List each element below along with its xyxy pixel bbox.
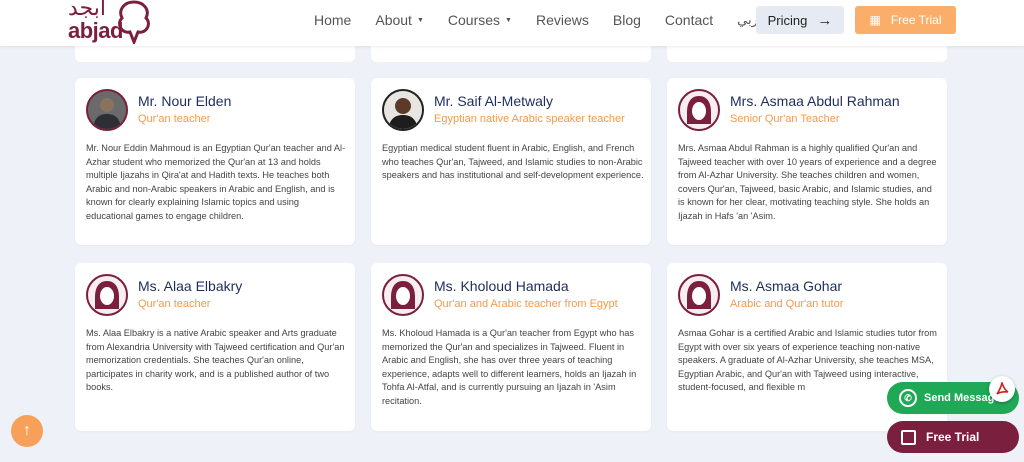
- calendar-icon: [901, 429, 916, 445]
- teacher-bio: Mrs. Asmaa Abdul Rahman is a highly qual…: [678, 143, 937, 221]
- teacher-role: Arabic and Qur'an tutor: [730, 298, 844, 310]
- free-trial-button[interactable]: ▦ Free Trial: [855, 6, 956, 34]
- teacher-name: Ms. Kholoud Hamada: [434, 278, 569, 294]
- pricing-button[interactable]: Pricing →: [756, 6, 844, 34]
- teacher-name: Mrs. Asmaa Abdul Rahman: [730, 93, 900, 109]
- hijab-avatar-icon: [95, 281, 119, 309]
- teacher-bio: Ms. Alaa Elbakry is a native Arabic spea…: [86, 328, 345, 392]
- nav-home[interactable]: Home: [314, 12, 351, 28]
- teacher-avatar: [678, 89, 720, 131]
- teacher-avatar: [678, 274, 720, 316]
- main-nav: Home About ▼ Courses ▼ Reviews Blog Contac…: [314, 12, 767, 28]
- calendar-icon: ▦: [869, 13, 881, 27]
- teacher-card: Mr. Nour Elden Qur'an teacher Mr. Nour E…: [75, 78, 355, 245]
- teacher-photo-icon: [384, 91, 422, 129]
- teacher-card: Mrs. Asmaa Abdul Rahman Senior Qur'an Te…: [667, 78, 947, 245]
- pdf-icon: [996, 382, 1009, 395]
- arrow-up-icon: ↑: [23, 422, 31, 439]
- caret-down-icon: ▼: [505, 16, 512, 24]
- teacher-avatar: [86, 89, 128, 131]
- scroll-to-top-button[interactable]: ↑: [11, 415, 43, 447]
- teacher-avatar: [382, 89, 424, 131]
- teacher-role: Senior Qur'an Teacher: [730, 113, 840, 125]
- teacher-bio: Mr. Nour Eddin Mahmoud is an Egyptian Qu…: [86, 143, 346, 221]
- pdf-download-button[interactable]: [989, 376, 1015, 402]
- teacher-avatar: [86, 274, 128, 316]
- teacher-bio: Egyptian medical student fluent in Arabi…: [382, 143, 644, 180]
- logo-english: abjad: [68, 18, 123, 43]
- abjad-logo[interactable]: أبجد abjad: [64, 0, 154, 44]
- teacher-name: Ms. Alaa Elbakry: [138, 278, 243, 294]
- whatsapp-icon: ✆: [899, 389, 917, 407]
- teacher-bio: Ms. Kholoud Hamada is a Qur'an teacher f…: [382, 328, 637, 406]
- teacher-role: Qur'an teacher: [138, 113, 211, 125]
- teacher-role: Qur'an teacher: [138, 298, 211, 310]
- hijab-avatar-icon: [687, 96, 711, 124]
- site-header: أبجد abjad Home About ▼ Courses ▼ Reviews …: [0, 0, 1024, 46]
- arrow-right-icon: →: [817, 11, 833, 29]
- teacher-card: Mr. Saif Al-Metwaly Egyptian native Arab…: [371, 78, 651, 245]
- teacher-card: Ms. Kholoud Hamada Qur'an and Arabic tea…: [371, 263, 651, 431]
- teacher-name: Ms. Asmaa Gohar: [730, 278, 843, 294]
- nav-reviews[interactable]: Reviews: [536, 12, 589, 28]
- teacher-role: Egyptian native Arabic speaker teacher: [434, 113, 625, 125]
- nav-contact[interactable]: Contact: [665, 12, 713, 28]
- hijab-avatar-icon: [391, 281, 415, 309]
- teacher-photo-icon: [88, 91, 126, 129]
- teacher-name: Mr. Nour Elden: [138, 93, 232, 109]
- nav-blog[interactable]: Blog: [613, 12, 641, 28]
- logo-emblem-icon: [118, 0, 150, 44]
- teacher-card: Ms. Alaa Elbakry Qur'an teacher Ms. Alaa…: [75, 263, 355, 431]
- teacher-avatar: [382, 274, 424, 316]
- caret-down-icon: ▼: [416, 16, 424, 24]
- hijab-avatar-icon: [687, 281, 711, 309]
- teacher-name: Mr. Saif Al-Metwaly: [434, 93, 554, 109]
- teacher-role: Qur'an and Arabic teacher from Egypt: [434, 298, 618, 310]
- nav-courses[interactable]: Courses ▼: [448, 12, 512, 28]
- floating-free-trial-button[interactable]: Free Trial: [887, 421, 1019, 453]
- nav-about[interactable]: About ▼: [375, 12, 424, 28]
